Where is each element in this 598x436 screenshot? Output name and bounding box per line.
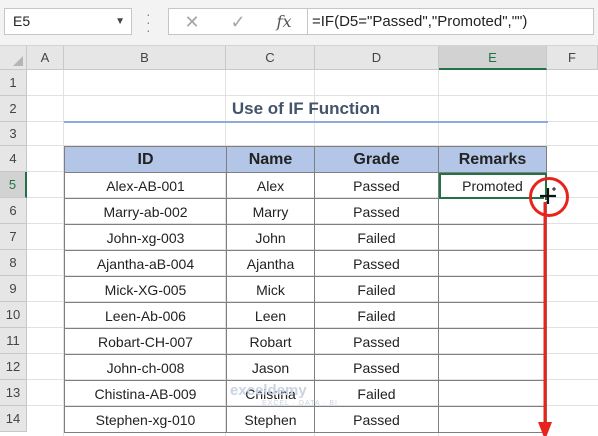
formula-input[interactable]: =IF(D5="Passed","Promoted","") <box>308 8 594 35</box>
drag-down-arrow-icon <box>538 202 552 436</box>
cell-id[interactable]: Ajantha-aB-004 <box>64 250 227 277</box>
cell-grade[interactable]: Failed <box>314 276 439 303</box>
cell-grade[interactable]: Passed <box>314 406 439 433</box>
column-header-e[interactable]: E <box>439 46 547 70</box>
more-options-icon: · · · <box>146 6 151 38</box>
cell-id[interactable]: Robart-CH-007 <box>64 328 227 355</box>
cell-remarks[interactable] <box>438 406 547 433</box>
cell-grade[interactable]: Passed <box>314 198 439 225</box>
cell-name[interactable]: Jason <box>226 354 315 381</box>
cell-id[interactable]: Chistina-AB-009 <box>64 380 227 407</box>
select-all-button[interactable] <box>0 46 27 70</box>
row-header-2[interactable]: 2 <box>0 96 27 122</box>
cell-id[interactable]: Marry-ab-002 <box>64 198 227 225</box>
worksheet: ABCDEF 1 2 3 4 5 6 7 8 9 10 11 12 13 14 Use of IF Fun… <box>0 46 598 436</box>
cell-remarks[interactable] <box>438 380 547 407</box>
name-box[interactable]: E5 ▼ <box>4 8 132 35</box>
table-header-row: ID Name Grade Remarks <box>64 146 547 173</box>
cell-grade[interactable]: Failed <box>314 224 439 251</box>
table-row: Stephen-xg-010 Stephen Passed <box>64 406 547 433</box>
cell-name[interactable]: Marry <box>226 198 315 225</box>
cell-grade[interactable]: Passed <box>314 172 439 199</box>
cell-remarks[interactable] <box>438 250 547 277</box>
row-header-9[interactable]: 9 <box>0 276 27 302</box>
cell-remarks[interactable] <box>438 224 547 251</box>
row-header-10[interactable]: 10 <box>0 302 27 328</box>
cell-name[interactable]: Stephen <box>226 406 315 433</box>
row-header-1[interactable]: 1 <box>0 70 27 96</box>
cell-remarks[interactable] <box>438 328 547 355</box>
cancel-icon[interactable]: ✕ <box>177 11 207 33</box>
cell-id[interactable]: Alex-AB-001 <box>64 172 227 199</box>
row-header-4[interactable]: 4 <box>0 146 27 172</box>
cell-name[interactable]: Alex <box>226 172 315 199</box>
cell-id[interactable]: John-xg-003 <box>64 224 227 251</box>
cell-remarks[interactable] <box>438 276 547 303</box>
cell-name[interactable]: Ajantha <box>226 250 315 277</box>
column-header-f[interactable]: F <box>547 46 598 70</box>
row-header-12[interactable]: 12 <box>0 354 27 380</box>
formula-buttons: ✕ ✓ fx <box>168 8 308 35</box>
cell-id[interactable]: Mick-XG-005 <box>64 276 227 303</box>
row-header-14[interactable]: 14 <box>0 406 27 432</box>
enter-icon[interactable]: ✓ <box>223 11 253 33</box>
table-row: John-ch-008 Jason Passed <box>64 354 547 381</box>
table-row: Robart-CH-007 Robart Passed <box>64 328 547 355</box>
cell-name[interactable]: Robart <box>226 328 315 355</box>
cell-name[interactable]: Leen <box>226 302 315 329</box>
name-box-value: E5 <box>13 13 31 29</box>
title-underline <box>64 121 548 123</box>
cell-grade[interactable]: Failed <box>314 302 439 329</box>
cell-remarks[interactable] <box>438 302 547 329</box>
insert-function-icon[interactable]: fx <box>269 11 299 33</box>
header-name[interactable]: Name <box>226 146 315 173</box>
table-row: Ajantha-aB-004 Ajantha Passed <box>64 250 547 277</box>
header-remarks[interactable]: Remarks <box>438 146 547 173</box>
cell-grade[interactable]: Passed <box>314 354 439 381</box>
column-header-d[interactable]: D <box>315 46 439 70</box>
column-header-c[interactable]: C <box>226 46 315 70</box>
row-header-6[interactable]: 6 <box>0 198 27 224</box>
cell-remarks[interactable] <box>438 354 547 381</box>
watermark-tagline: EXCEL · DATA · BI <box>262 400 338 407</box>
chevron-down-icon[interactable]: ▼ <box>115 9 125 34</box>
watermark: exceldemy <box>230 382 307 399</box>
cell-id[interactable]: Stephen-xg-010 <box>64 406 227 433</box>
row-header-7[interactable]: 7 <box>0 224 27 250</box>
row-header-5[interactable]: 5 <box>0 172 27 198</box>
table-row: John-xg-003 John Failed <box>64 224 547 251</box>
row-header-13[interactable]: 13 <box>0 380 27 406</box>
table-row: Alex-AB-001 Alex Passed Promoted <box>64 172 547 199</box>
column-header-a[interactable]: A <box>27 46 64 70</box>
formula-bar: E5 ▼ · · · ✕ ✓ fx =IF(D5="Passed","Promote… <box>0 0 598 46</box>
cell-id[interactable]: Leen-Ab-006 <box>64 302 227 329</box>
column-header-b[interactable]: B <box>64 46 226 70</box>
cell-id[interactable]: John-ch-008 <box>64 354 227 381</box>
table-row: Leen-Ab-006 Leen Failed <box>64 302 547 329</box>
table-row: Marry-ab-002 Marry Passed <box>64 198 547 225</box>
cell-name[interactable]: Mick <box>226 276 315 303</box>
cell-grade[interactable]: Passed <box>314 250 439 277</box>
cell-grade[interactable]: Passed <box>314 328 439 355</box>
cell-name[interactable]: John <box>226 224 315 251</box>
table-row: Mick-XG-005 Mick Failed <box>64 276 547 303</box>
header-id[interactable]: ID <box>64 146 227 173</box>
sheet-title[interactable]: Use of IF Function <box>64 96 548 122</box>
header-grade[interactable]: Grade <box>314 146 439 173</box>
row-header-8[interactable]: 8 <box>0 250 27 276</box>
row-header-11[interactable]: 11 <box>0 328 27 354</box>
row-header-3[interactable]: 3 <box>0 122 27 146</box>
